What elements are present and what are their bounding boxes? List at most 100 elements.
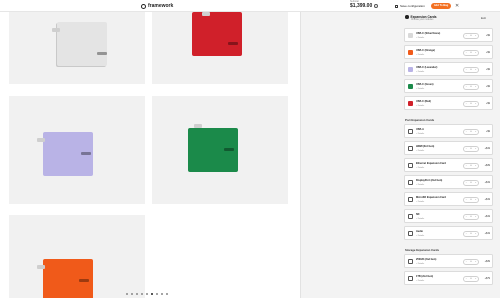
price-summary[interactable]: Subtotal $1,399.00	[350, 0, 379, 9]
expansion-card-option[interactable]: DisplayPort (2nd Gen) + Details –0 + +$19	[404, 175, 493, 189]
decrement-button[interactable]: –	[466, 86, 467, 88]
quantity-stepper[interactable]: –0 +	[463, 214, 479, 220]
expansion-card-option[interactable]: Ethernet Expansion Card + Details –0 + +$39	[404, 158, 493, 172]
details-link[interactable]: + Details	[416, 167, 424, 169]
quantity-stepper[interactable]: –0 +	[463, 146, 479, 152]
increment-button[interactable]: +	[475, 182, 476, 184]
increment-button[interactable]: +	[475, 199, 476, 201]
close-icon[interactable]: ✕	[455, 3, 459, 9]
increment-button[interactable]: +	[475, 131, 476, 133]
expansion-card-option[interactable]: USB-C (Red) + Details –0 + +$9	[404, 96, 493, 110]
save-configuration-label: Save configuration	[400, 4, 425, 8]
decrement-button[interactable]: –	[466, 165, 467, 167]
increment-button[interactable]: +	[475, 69, 476, 71]
increment-button[interactable]: +	[475, 52, 476, 54]
quantity-stepper[interactable]: –0 +	[463, 67, 479, 73]
quantity-value: 0	[470, 103, 472, 105]
quantity-stepper[interactable]: –0 +	[463, 101, 479, 107]
card-thumbnail-icon	[408, 67, 413, 72]
expansion-card-option[interactable]: 250GB (2nd Gen) + Details –0 + +$39	[404, 254, 493, 268]
pager-dot[interactable]	[141, 293, 143, 295]
expansion-card-option[interactable]: HDMI (3rd Gen) + Details –0 + +$19	[404, 141, 493, 155]
details-link[interactable]: + Details	[416, 184, 424, 186]
details-link[interactable]: + Details	[416, 54, 424, 56]
increment-button[interactable]: +	[475, 35, 476, 37]
pager-dot[interactable]	[131, 293, 133, 295]
increment-button[interactable]: +	[475, 86, 476, 88]
decrement-button[interactable]: –	[466, 69, 467, 71]
pager-dot[interactable]	[166, 293, 168, 295]
brand-logo[interactable]: framework	[141, 3, 173, 9]
pager-dot[interactable]	[151, 293, 153, 295]
quantity-stepper[interactable]: –0 +	[463, 50, 479, 56]
expansion-card-option[interactable]: Audio + Details –0 + +$19	[404, 226, 493, 240]
decrement-button[interactable]: –	[466, 278, 467, 280]
expansion-card-option[interactable]: USB-A + Details –0 + +$9	[404, 124, 493, 138]
decrement-button[interactable]: –	[466, 148, 467, 150]
expansion-card-option[interactable]: SD + Details –0 + +$19	[404, 209, 493, 223]
details-link[interactable]: + Details	[416, 133, 424, 135]
card-thumbnail-icon	[408, 180, 413, 185]
pager-dot[interactable]	[126, 293, 128, 295]
increment-button[interactable]: +	[475, 148, 476, 150]
gallery-tile-orange[interactable]	[9, 215, 145, 298]
quantity-stepper[interactable]: –0 +	[463, 259, 479, 265]
quantity-stepper[interactable]: –0 +	[463, 180, 479, 186]
quantity-stepper[interactable]: –0 +	[463, 33, 479, 39]
details-link[interactable]: + Details	[416, 150, 424, 152]
card-name: DisplayPort (2nd Gen)	[416, 179, 443, 182]
pager-dot[interactable]	[136, 293, 138, 295]
details-link[interactable]: + Details	[416, 280, 424, 282]
increment-button[interactable]: +	[475, 103, 476, 105]
decrement-button[interactable]: –	[466, 261, 467, 263]
decrement-button[interactable]: –	[466, 103, 467, 105]
expansion-card-option[interactable]: USB-C (Silver/Gone) + Details –0 + +$9	[404, 28, 493, 42]
increment-button[interactable]: +	[475, 165, 476, 167]
details-link[interactable]: + Details	[416, 37, 424, 39]
expansion-card-option[interactable]: USB-C (Orange) + Details –0 + +$9	[404, 45, 493, 59]
pager-dot[interactable]	[146, 293, 148, 295]
details-link[interactable]: + Details	[416, 218, 424, 220]
card-price: +$9	[485, 34, 490, 37]
increment-button[interactable]: +	[475, 261, 476, 263]
gallery-tile-lavender[interactable]	[9, 96, 145, 204]
chevron-down-icon[interactable]	[374, 4, 379, 9]
quantity-stepper[interactable]: –0 +	[463, 129, 479, 135]
decrement-button[interactable]: –	[466, 35, 467, 37]
quantity-stepper[interactable]: –0 +	[463, 231, 479, 237]
expansion-card-option[interactable]: 1TB (2nd Gen) + Details –0 + +$79	[404, 271, 493, 285]
expansion-card-option[interactable]: USB-C (Green) + Details –0 + +$9	[404, 79, 493, 93]
pager-dot[interactable]	[156, 293, 158, 295]
details-link[interactable]: + Details	[416, 71, 424, 73]
details-link[interactable]: + Details	[416, 201, 424, 203]
decrement-button[interactable]: –	[466, 52, 467, 54]
card-price: +$9	[485, 102, 490, 105]
gallery-pager[interactable]	[126, 293, 168, 295]
expansion-card-option[interactable]: MicroSD Expansion Card + Details –0 + +$19	[404, 192, 493, 206]
exit-button[interactable]: Exit	[481, 16, 486, 20]
gallery-tile-silver[interactable]	[9, 12, 145, 84]
quantity-stepper[interactable]: –0 +	[463, 84, 479, 90]
expansion-card-option[interactable]: USB-C (Lavender) + Details –0 + +$9	[404, 62, 493, 76]
decrement-button[interactable]: –	[466, 199, 467, 201]
quantity-stepper[interactable]: –0 +	[463, 276, 479, 282]
increment-button[interactable]: +	[475, 278, 476, 280]
decrement-button[interactable]: –	[466, 182, 467, 184]
increment-button[interactable]: +	[475, 216, 476, 218]
gallery-tile-red[interactable]	[152, 12, 288, 84]
quantity-stepper[interactable]: –0 +	[463, 197, 479, 203]
increment-button[interactable]: +	[475, 233, 476, 235]
quantity-stepper[interactable]: –0 +	[463, 163, 479, 169]
details-link[interactable]: + Details	[416, 235, 424, 237]
expansion-card-image	[37, 259, 93, 298]
decrement-button[interactable]: –	[466, 131, 467, 133]
details-link[interactable]: + Details	[416, 88, 424, 90]
decrement-button[interactable]: –	[466, 216, 467, 218]
details-link[interactable]: + Details	[416, 105, 424, 107]
details-link[interactable]: + Details	[416, 263, 424, 265]
pager-dot[interactable]	[161, 293, 163, 295]
gallery-tile-green[interactable]	[152, 96, 288, 204]
save-configuration-button[interactable]: Save configuration	[395, 4, 425, 8]
add-to-bag-button[interactable]: Add To Bag	[431, 2, 451, 9]
decrement-button[interactable]: –	[466, 233, 467, 235]
